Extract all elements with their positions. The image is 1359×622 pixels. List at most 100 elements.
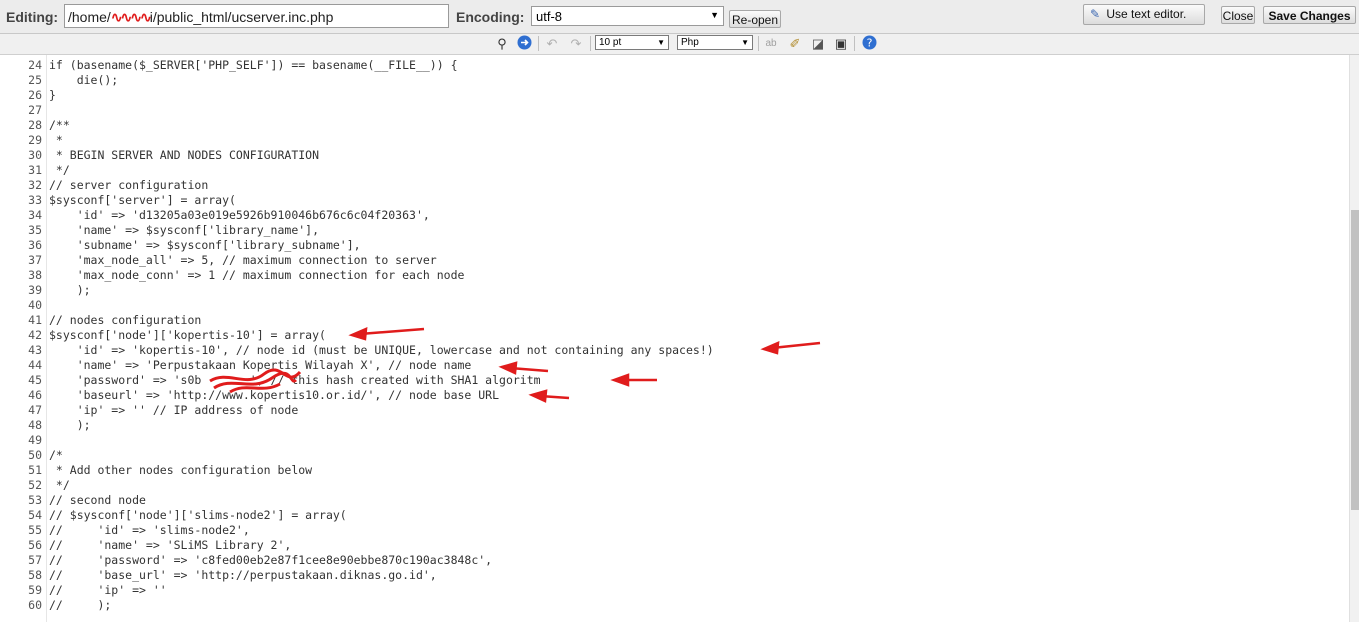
help-icon[interactable]: ? <box>860 35 878 52</box>
chevron-down-icon: ▼ <box>741 38 749 47</box>
spellcheck-icon[interactable]: ab <box>762 35 780 52</box>
code-line: 42 $sysconf['node']['kopertis-10'] = arra… <box>0 328 1345 343</box>
code-line: 34 'id' => 'd13205a03e019e5926b910046b67… <box>0 208 1345 223</box>
line-number: 38 <box>28 268 42 282</box>
toolbar-separator <box>538 36 539 51</box>
code-line: 60 // ); <box>0 598 1345 613</box>
line-number: 40 <box>28 298 42 312</box>
binoculars-icon[interactable]: ⚲ <box>493 35 511 52</box>
code-text: /** <box>49 118 70 132</box>
highlight-brush-icon[interactable]: ✐ <box>786 35 804 52</box>
line-number: 46 <box>28 388 42 402</box>
encoding-label: Encoding: <box>456 9 525 25</box>
code-line: 32 // server configuration <box>0 178 1345 193</box>
code-text: ); <box>49 418 91 432</box>
line-number: 52 <box>28 478 42 492</box>
font-size-value: 10 pt <box>599 37 622 48</box>
path-suffix: i/public_html/ucserver.inc.php <box>149 9 334 25</box>
code-line: 38 'max_node_conn' => 1 // maximum conne… <box>0 268 1345 283</box>
code-line: 56 // 'name' => 'SLiMS Library 2', <box>0 538 1345 553</box>
path-redaction-scribble: ∿∿∿∿ <box>110 9 152 25</box>
encoding-value: utf-8 <box>536 9 563 24</box>
code-text: /* <box>49 448 63 462</box>
scrollbar-thumb[interactable] <box>1351 210 1359 510</box>
line-number: 53 <box>28 493 42 507</box>
vertical-scrollbar[interactable] <box>1349 55 1359 622</box>
code-text: */ <box>49 163 70 177</box>
code-line: 43 'id' => 'kopertis-10', // node id (mu… <box>0 343 1345 358</box>
line-number: 57 <box>28 553 42 567</box>
line-number: 25 <box>28 73 42 87</box>
code-text: // $sysconf['node']['slims-node2'] = arr… <box>49 508 347 522</box>
code-line: 28 /** <box>0 118 1345 133</box>
code-text: 'id' => 'kopertis-10', // node id (must … <box>49 343 714 357</box>
code-line: 37 'max_node_all' => 5, // maximum conne… <box>0 253 1345 268</box>
line-number: 56 <box>28 538 42 552</box>
code-text: * BEGIN SERVER AND NODES CONFIGURATION <box>49 148 320 162</box>
code-text: // nodes configuration <box>49 313 202 327</box>
code-editor[interactable]: 24 if (basename($_SERVER['PHP_SELF']) == … <box>0 55 1349 622</box>
code-line: 52 */ <box>0 478 1345 493</box>
code-line: 44 'name' => 'Perpustakaan Kopertis Wila… <box>0 358 1345 373</box>
code-text: 'subname' => $sysconf['library_subname']… <box>49 238 361 252</box>
code-text: // ); <box>49 598 112 612</box>
code-text: 'password' => 's0b ', // this hash creat… <box>49 373 541 387</box>
code-text: // 'ip' => '' <box>49 583 167 597</box>
code-line: 46 'baseurl' => 'http://www.kopertis10.o… <box>0 388 1345 403</box>
code-line: 50 /* <box>0 448 1345 463</box>
code-text: // 'password' => 'c8fed00eb2e87f1cee8e90… <box>49 553 493 567</box>
undo-icon[interactable]: ↶ <box>543 35 561 52</box>
close-button[interactable]: Close <box>1221 6 1255 24</box>
line-number: 51 <box>28 463 42 477</box>
code-line: 47 'ip' => '' // IP address of node <box>0 403 1345 418</box>
line-number: 28 <box>28 118 42 132</box>
editor-toolbar: ⚲ ↶ ↷ 10 pt ▼ Php ▼ ab ✐ ◪ ▣ ? <box>0 34 1359 55</box>
line-number: 54 <box>28 508 42 522</box>
reopen-button[interactable]: Re-open <box>729 10 781 28</box>
code-text: // server configuration <box>49 178 209 192</box>
code-line: 26} <box>0 88 1345 103</box>
code-text: ); <box>49 283 91 297</box>
code-line: 33 $sysconf['server'] = array( <box>0 193 1345 208</box>
code-text: 'id' => 'd13205a03e019e5926b910046b676c6… <box>49 208 430 222</box>
line-number: 33 <box>28 193 42 207</box>
line-number: 39 <box>28 283 42 297</box>
code-text: // second node <box>49 493 146 507</box>
line-number: 31 <box>28 163 42 177</box>
syntax-select[interactable]: Php ▼ <box>677 35 753 50</box>
eraser-icon[interactable]: ◪ <box>809 35 827 52</box>
code-text: 'name' => 'Perpustakaan Kopertis Wilayah… <box>49 358 472 372</box>
redo-icon[interactable]: ↷ <box>567 35 585 52</box>
code-line: 51 * Add other nodes configuration below <box>0 463 1345 478</box>
line-number: 58 <box>28 568 42 582</box>
code-line: 58 // 'base_url' => 'http://perpustakaan.… <box>0 568 1345 583</box>
chevron-down-icon: ▼ <box>657 38 665 47</box>
code-line: 40 <box>0 298 1345 313</box>
toolbar-separator <box>854 36 855 51</box>
code-line: 59 // 'ip' => '' <box>0 583 1345 598</box>
code-text: $sysconf['node']['kopertis-10'] = array( <box>49 328 326 342</box>
line-number: 45 <box>28 373 42 387</box>
line-number: 44 <box>28 358 42 372</box>
save-changes-button[interactable]: Save Changes <box>1263 6 1356 24</box>
code-text: } <box>49 88 56 102</box>
use-text-editor-button[interactable]: ✎ Use text editor. <box>1083 4 1205 25</box>
code-line: 35 'name' => $sysconf['library_name'], <box>0 223 1345 238</box>
line-number: 43 <box>28 343 42 357</box>
code-line: 49 <box>0 433 1345 448</box>
code-text: // 'name' => 'SLiMS Library 2', <box>49 538 292 552</box>
editor-header-bar: Editing: /home/∿∿∿∿i/public_html/ucserve… <box>0 0 1359 34</box>
code-line: 54 // $sysconf['node']['slims-node2'] = a… <box>0 508 1345 523</box>
fullscreen-icon[interactable]: ▣ <box>832 35 850 52</box>
encoding-select[interactable]: utf-8 ▼ <box>531 6 724 26</box>
file-path-field[interactable]: /home/∿∿∿∿i/public_html/ucserver.inc.php <box>64 4 449 28</box>
use-text-editor-label: Use text editor. <box>1106 7 1187 21</box>
font-size-select[interactable]: 10 pt ▼ <box>595 35 669 50</box>
go-to-line-icon[interactable] <box>515 35 533 52</box>
code-line: 53 // second node <box>0 493 1345 508</box>
svg-text:?: ? <box>866 37 872 50</box>
line-number: 49 <box>28 433 42 447</box>
code-line: 39 ); <box>0 283 1345 298</box>
code-text: if (basename($_SERVER['PHP_SELF']) == ba… <box>49 58 458 72</box>
line-number: 50 <box>28 448 42 462</box>
